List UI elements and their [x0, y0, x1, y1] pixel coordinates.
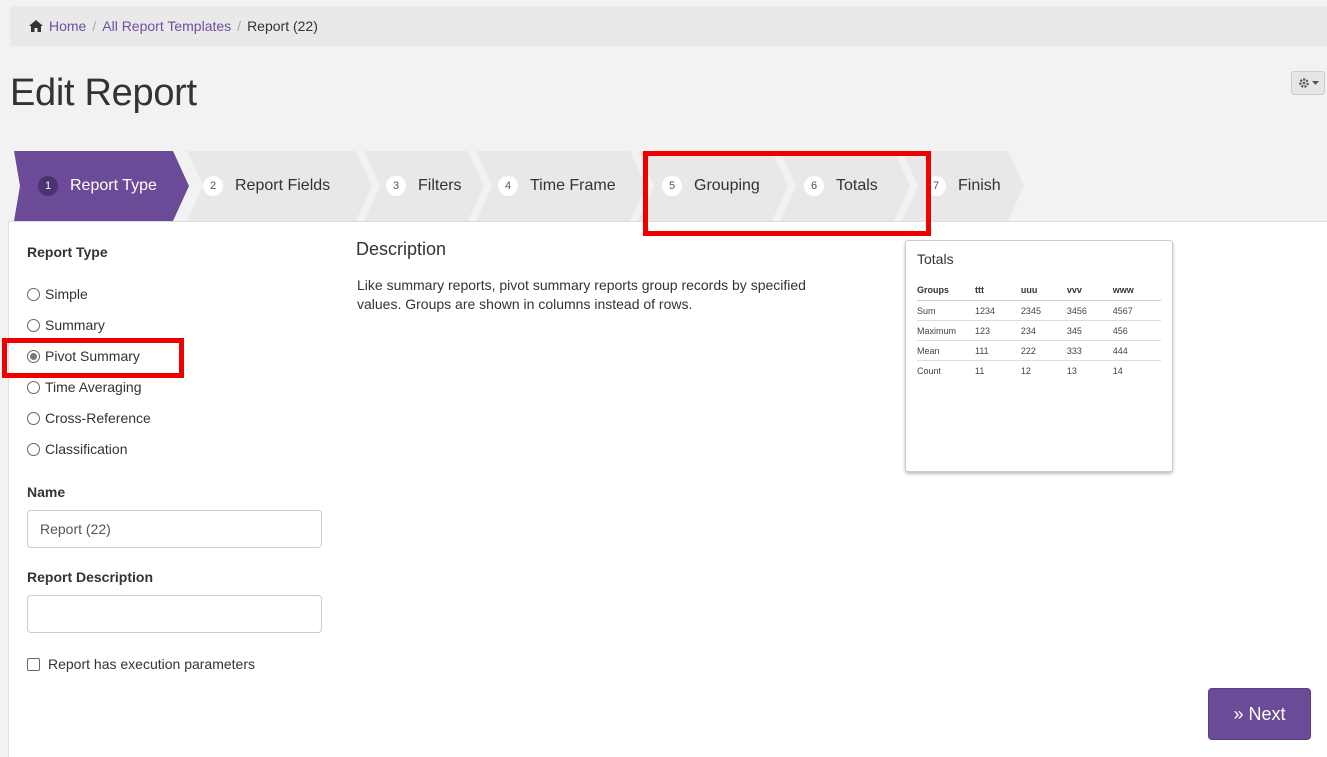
table-cell: Maximum — [917, 320, 975, 341]
table-cell: 4567 — [1112, 300, 1161, 321]
gear-icon — [1298, 78, 1309, 88]
step-number: 3 — [386, 176, 406, 196]
highlight-box-pivot-summary — [2, 338, 184, 378]
radio-label: Simple — [45, 286, 88, 302]
radio-button[interactable] — [27, 287, 40, 301]
table-cell: 456 — [1112, 320, 1161, 341]
preview-table: Groups ttt uuu vvv www Sum 1234 2345 345… — [917, 285, 1161, 380]
table-cell: 11 — [975, 366, 985, 376]
step-report-type[interactable]: 1 Report Type — [14, 151, 189, 221]
execution-parameters-checkbox-row[interactable]: Report has execution parameters — [27, 656, 255, 672]
table-cell: 12 — [1020, 366, 1031, 376]
radio-classification[interactable]: Classification — [27, 441, 127, 457]
report-preview-card: Totals Groups ttt uuu vvv www Sum 1234 2… — [905, 240, 1173, 472]
home-icon[interactable] — [29, 20, 43, 32]
column-header: vvv — [1066, 285, 1113, 301]
radio-cross-reference[interactable]: Cross-Reference — [27, 410, 151, 426]
step-number: 2 — [203, 176, 223, 196]
step-label: Report Fields — [235, 177, 331, 194]
table-row: Mean 111 222 333 444 — [917, 340, 1161, 361]
radio-label: Classification — [45, 441, 128, 457]
page-title: Edit Report — [10, 72, 197, 114]
column-header: Groups — [917, 285, 975, 301]
table-cell: 14 — [1112, 366, 1123, 376]
step-label: Finish — [958, 177, 1001, 194]
caret-down-icon — [1311, 80, 1319, 85]
table-row: Count 11 12 13 14 — [917, 361, 1161, 381]
table-cell: 123 — [975, 320, 1021, 341]
step-number: 1 — [38, 176, 58, 196]
step-time-frame[interactable]: 4 Time Frame — [476, 151, 646, 221]
radio-label: Cross-Reference — [45, 410, 151, 426]
report-type-heading: Report Type — [27, 244, 108, 260]
table-cell: Mean — [917, 340, 975, 361]
table-cell: 333 — [1066, 340, 1113, 361]
table-cell: 345 — [1066, 320, 1113, 341]
table-header-row: Groups ttt uuu vvv www — [917, 285, 1161, 301]
breadcrumb-separator: / — [237, 18, 242, 34]
radio-label: Time Averaging — [45, 379, 142, 395]
preview-title: Totals — [917, 251, 954, 267]
breadcrumb-home-link[interactable]: Home — [49, 18, 86, 34]
radio-simple[interactable]: Simple — [27, 286, 88, 302]
table-cell: 111 — [975, 340, 1021, 361]
report-description-label: Report Description — [27, 569, 154, 585]
table-cell: 234 — [1020, 320, 1067, 341]
report-description-input[interactable] — [27, 595, 322, 633]
radio-button[interactable] — [27, 380, 40, 394]
radio-summary[interactable]: Summary — [27, 317, 105, 333]
radio-time-averaging[interactable]: Time Averaging — [27, 379, 142, 395]
highlight-box-grouping-totals — [643, 151, 931, 236]
execution-parameters-label: Report has execution parameters — [48, 656, 255, 672]
breadcrumb: Home / All Report Templates / Report (22… — [10, 6, 1327, 46]
radio-button[interactable] — [27, 442, 40, 456]
step-number: 4 — [498, 176, 518, 196]
radio-button[interactable] — [27, 411, 40, 425]
step-label: Report Type — [70, 177, 157, 194]
step-label: Filters — [418, 177, 462, 194]
table-row: Sum 1234 2345 3456 4567 — [917, 300, 1161, 321]
table-cell: 1234 — [975, 300, 1021, 321]
radio-button[interactable] — [27, 318, 40, 332]
radio-label: Summary — [45, 317, 105, 333]
table-cell: 3456 — [1066, 300, 1113, 321]
table-cell: Count — [917, 366, 942, 376]
step-report-fields[interactable]: 2 Report Fields — [187, 151, 372, 221]
description-heading: Description — [356, 239, 447, 259]
breadcrumb-current: Report (22) — [247, 18, 318, 34]
breadcrumb-separator: / — [92, 18, 97, 34]
step-label: Time Frame — [530, 177, 616, 194]
report-form-panel: Report Type Simple Summary Pivot Summary… — [8, 221, 1327, 757]
table-cell: 444 — [1112, 340, 1161, 361]
execution-parameters-checkbox[interactable] — [27, 657, 40, 671]
description-text: Like summary reports, pivot summary repo… — [357, 277, 806, 312]
column-header: www — [1112, 285, 1161, 301]
step-filters[interactable]: 3 Filters — [364, 151, 484, 221]
table-cell: 13 — [1066, 366, 1077, 376]
breadcrumb-templates-link[interactable]: All Report Templates — [102, 18, 231, 34]
table-cell: 222 — [1020, 340, 1067, 361]
name-input[interactable] — [27, 510, 322, 548]
table-row: Maximum 123 234 345 456 — [917, 320, 1161, 341]
column-header: uuu — [1020, 285, 1067, 301]
table-cell: Sum — [917, 300, 975, 321]
column-header: ttt — [975, 285, 1021, 301]
table-cell: 2345 — [1020, 300, 1067, 321]
next-button[interactable]: » Next — [1208, 688, 1311, 740]
settings-dropdown-button[interactable] — [1291, 71, 1325, 95]
name-label: Name — [27, 484, 66, 500]
